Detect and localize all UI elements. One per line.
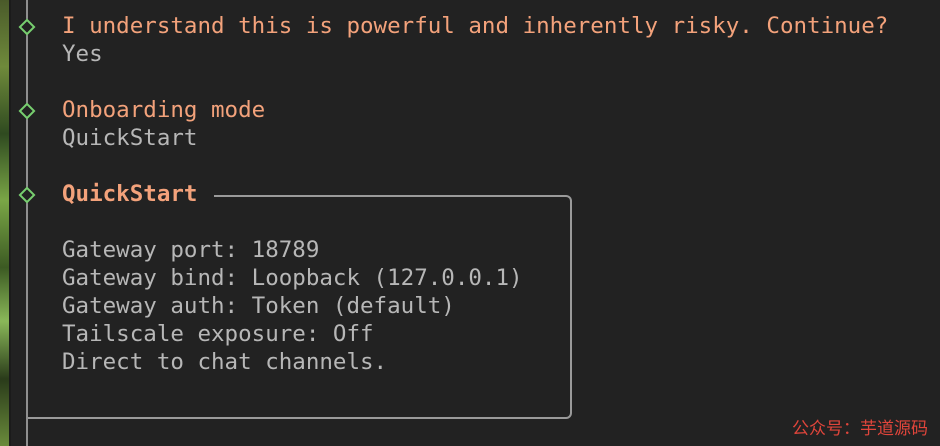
quickstart-card-top-border [214, 195, 564, 197]
gateway-auth-line: Gateway auth: Token (default) [62, 293, 455, 319]
step-2-answer: QuickStart [62, 125, 198, 151]
gateway-bind-line: Gateway bind: Loopback (127.0.0.1) [62, 265, 523, 291]
tailscale-exposure-line: Tailscale exposure: Off [62, 321, 374, 347]
desktop-background-strip [0, 0, 11, 446]
quickstart-card-bottom-border [28, 417, 564, 419]
quickstart-card-body: Gateway port: 18789 Gateway bind: Loopba… [62, 236, 523, 376]
step-2-diamond-icon [18, 102, 36, 120]
step-1-answer: Yes [62, 41, 103, 67]
step-2-question: Onboarding mode [62, 97, 266, 123]
quickstart-diamond-icon [18, 186, 36, 204]
step-1-question: I understand this is powerful and inhere… [62, 13, 889, 39]
progress-rail [26, 0, 28, 446]
step-1-diamond-icon [18, 18, 36, 36]
quickstart-heading: QuickStart [62, 181, 198, 207]
watermark: 公众号：芋道源码 [792, 419, 928, 439]
direct-to-chat-line: Direct to chat channels. [62, 349, 388, 375]
quickstart-card-right-border [562, 195, 572, 419]
gateway-port-line: Gateway port: 18789 [62, 237, 320, 263]
